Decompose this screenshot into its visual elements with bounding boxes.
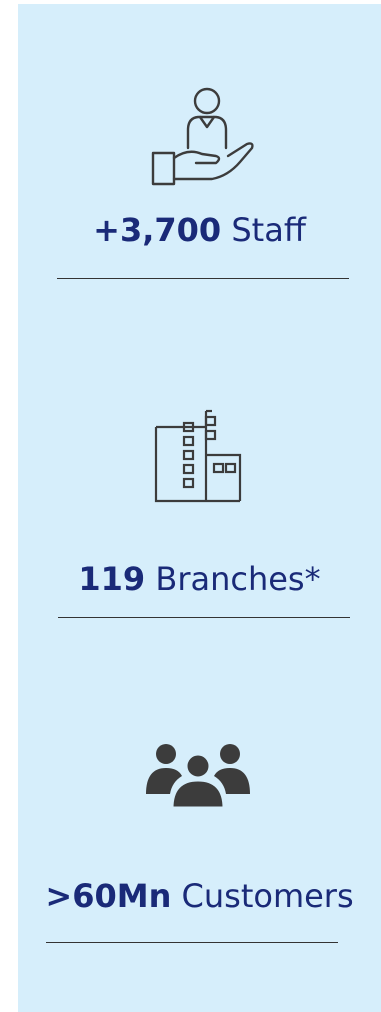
group-of-people-icon [146,744,250,808]
stat-staff-text: +3,700 Staff [18,211,381,249]
stat-customers-text: >60Mn Customers [18,877,381,915]
stat-branches-number: 119 [78,560,146,598]
stat-staff-number: +3,700 [93,211,222,249]
hand-holding-person-icon [151,87,254,186]
divider [58,617,350,618]
stat-customers-number: >60Mn [45,877,172,915]
office-building-icon [154,409,242,503]
stat-branches-label: Branches* [155,560,321,598]
stats-panel: +3,700 Staff 119 Branches* >60Mn Custome… [18,4,381,1012]
divider [46,942,338,943]
stat-staff-label: Staff [231,211,306,249]
stat-branches-text: 119 Branches* [18,560,381,598]
divider [57,278,349,279]
stat-customers-label: Customers [181,877,354,915]
